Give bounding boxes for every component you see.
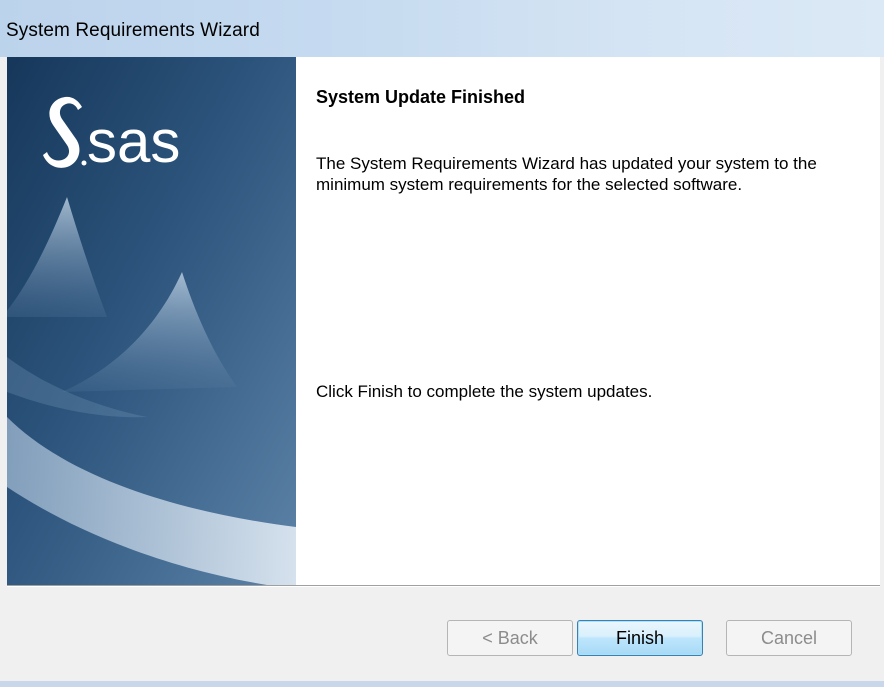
finish-button[interactable]: Finish — [577, 620, 703, 656]
back-button[interactable]: < Back — [447, 620, 573, 656]
cancel-button[interactable]: Cancel — [726, 620, 852, 656]
window-title: System Requirements Wizard — [6, 20, 260, 41]
wizard-window: System Requirements Wizard sas System Up… — [0, 0, 884, 687]
finish-instruction-text: Click Finish to complete the system upda… — [316, 382, 653, 401]
banner-graphic: sas — [7, 57, 296, 585]
window-bottom-border — [0, 681, 884, 687]
button-separator — [7, 585, 880, 587]
wizard-content: System Update Finished The System Requir… — [316, 57, 856, 585]
page-heading: System Update Finished — [316, 87, 526, 107]
description-text: The System Requirements Wizard has updat… — [316, 154, 817, 194]
sas-banner-image: sas — [7, 57, 296, 585]
title-bar[interactable]: System Requirements Wizard — [0, 0, 884, 57]
sas-logo-text: sas — [87, 108, 180, 175]
